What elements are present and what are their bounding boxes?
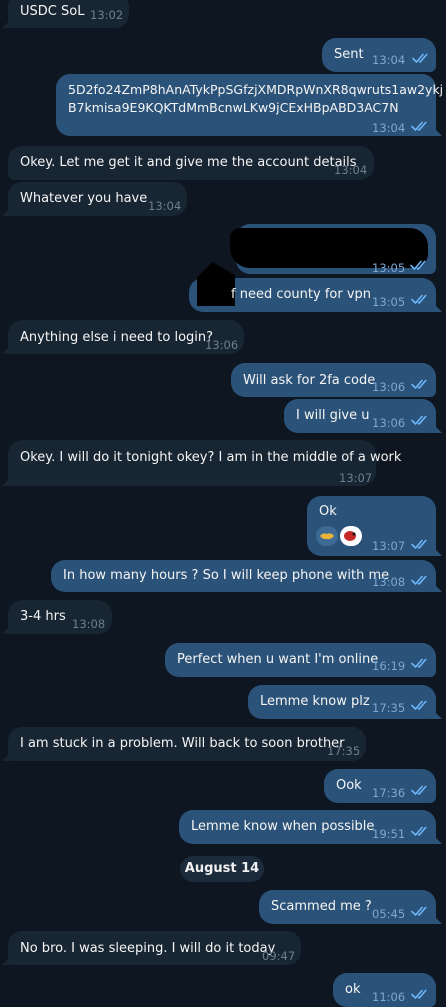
- message-outgoing[interactable]: Ok 13:07: [307, 496, 436, 556]
- double-check-icon: [412, 52, 430, 64]
- message-outgoing[interactable]: Scammed me ? 05:45: [259, 890, 436, 924]
- message-outgoing[interactable]: Lemme know when possible 19:51: [179, 810, 436, 844]
- message-outgoing[interactable]: Sent 13:04: [322, 38, 436, 72]
- message-time: 13:04: [372, 53, 406, 67]
- message-incoming[interactable]: USDC SoL 13:02: [8, 0, 129, 28]
- double-check-icon: [411, 574, 429, 586]
- message-outgoing[interactable]: I will give u 13:06: [284, 399, 436, 433]
- message-incoming[interactable]: Whatever you have 13:04: [8, 182, 187, 216]
- message-time: 17:35: [327, 744, 361, 758]
- message-time: 13:04: [372, 121, 406, 135]
- message-text: Lemme know plz: [260, 694, 370, 709]
- double-check-icon: [411, 699, 429, 711]
- double-check-icon: [411, 120, 429, 132]
- message-text: Okey. I will do it tonight okey? I am in…: [20, 450, 402, 465]
- message-time: 11:06: [372, 990, 406, 1004]
- message-time: 13:08: [72, 617, 106, 631]
- message-time: 19:51: [372, 827, 406, 841]
- message-outgoing[interactable]: Lemme know plz 17:35: [248, 685, 436, 719]
- date-separator: August 14: [180, 856, 264, 882]
- double-check-icon: [411, 784, 429, 796]
- message-time: 13:07: [372, 539, 406, 553]
- message-time: 13:06: [205, 338, 239, 352]
- message-text: Scammed me ?: [271, 899, 372, 914]
- double-check-icon: [411, 378, 429, 390]
- message-text: Will ask for 2fa code: [243, 373, 376, 388]
- message-text: In how many hours ? So I will keep phone…: [63, 568, 390, 583]
- message-incoming[interactable]: Anything else i need to login? 13:06: [8, 320, 244, 354]
- message-time: 13:06: [372, 380, 406, 394]
- message-incoming[interactable]: Okey. Let me get it and give me the acco…: [8, 146, 374, 180]
- message-incoming[interactable]: I am stuck in a problem. Will back to so…: [8, 727, 366, 761]
- message-outgoing[interactable]: 5D2fo24ZmP8hAnATykPpSGfzjXMDRpWnXR8qwrut…: [56, 74, 443, 136]
- message-text: Whatever you have: [20, 191, 148, 206]
- handshake-reaction-icon: [320, 533, 334, 540]
- message-text: No bro. I was sleeping. I will do it tod…: [20, 941, 276, 956]
- message-incoming[interactable]: Okey. I will do it tonight okey? I am in…: [8, 440, 401, 486]
- parrot-reaction-icon: [344, 531, 356, 541]
- message-text: Sent: [334, 47, 364, 62]
- message-time: 13:04: [334, 163, 368, 177]
- message-text: I am stuck in a problem. Will back to so…: [20, 736, 345, 751]
- message-outgoing[interactable]: Will ask for 2fa code 13:06: [231, 363, 436, 397]
- message-outgoing[interactable]: Ook 17:36: [324, 769, 436, 803]
- double-check-icon: [411, 657, 429, 669]
- double-check-icon: [411, 538, 429, 550]
- double-check-icon: [411, 905, 429, 917]
- message-time: 17:35: [372, 701, 406, 715]
- message-time: 13:07: [339, 471, 373, 485]
- message-outgoing-redacted[interactable]: 13:05: [230, 224, 436, 275]
- message-text: Lemme know when possible: [191, 819, 375, 834]
- message-time: 17:36: [372, 786, 406, 800]
- message-incoming[interactable]: No bro. I was sleeping. I will do it tod…: [8, 931, 301, 965]
- message-text: I will give u: [296, 408, 370, 423]
- message-text: Perfect when u want I'm online: [177, 652, 379, 667]
- message-text: USDC SoL: [20, 4, 85, 19]
- message-time: 13:05: [372, 261, 406, 275]
- message-time: 13:08: [372, 575, 406, 589]
- message-text-line2: B7kmisa9E9KQKTdMmBcnwLKw9jCExHBpABD3AC7N: [68, 100, 399, 115]
- message-text: Ok: [319, 504, 337, 519]
- reaction-parrot[interactable]: [340, 526, 362, 546]
- message-time: 16:19: [372, 659, 406, 673]
- message-time: 13:02: [90, 8, 124, 22]
- message-time: 13:05: [372, 295, 406, 309]
- message-outgoing[interactable]: Perfect when u want I'm online 16:19: [165, 643, 436, 677]
- message-time: 09:47: [262, 949, 296, 963]
- double-check-icon: [411, 825, 429, 837]
- message-time: 05:45: [372, 907, 406, 921]
- reaction-handshake[interactable]: [316, 526, 338, 546]
- double-check-icon: [411, 293, 429, 305]
- message-outgoing[interactable]: ok 11:06: [333, 973, 436, 1007]
- message-text: 3-4 hrs: [20, 609, 66, 624]
- message-text: Ook: [336, 778, 362, 793]
- message-outgoing[interactable]: f need county for vpn 13:05: [189, 262, 436, 312]
- double-check-icon: [411, 988, 429, 1000]
- message-text: f need county for vpn: [231, 287, 372, 302]
- message-text: Okey. Let me get it and give me the acco…: [20, 155, 357, 170]
- redaction-blot: [197, 262, 235, 306]
- message-text: Anything else i need to login?: [20, 330, 214, 345]
- message-text: ok: [345, 982, 361, 997]
- message-time: 13:04: [148, 199, 182, 213]
- message-time: 13:06: [372, 416, 406, 430]
- message-incoming[interactable]: 3-4 hrs 13:08: [8, 600, 112, 634]
- message-text-line1: 5D2fo24ZmP8hAnATykPpSGfzjXMDRpWnXR8qwrut…: [68, 82, 444, 97]
- double-check-icon: [410, 259, 428, 271]
- double-check-icon: [411, 414, 429, 426]
- message-outgoing[interactable]: In how many hours ? So I will keep phone…: [51, 560, 436, 592]
